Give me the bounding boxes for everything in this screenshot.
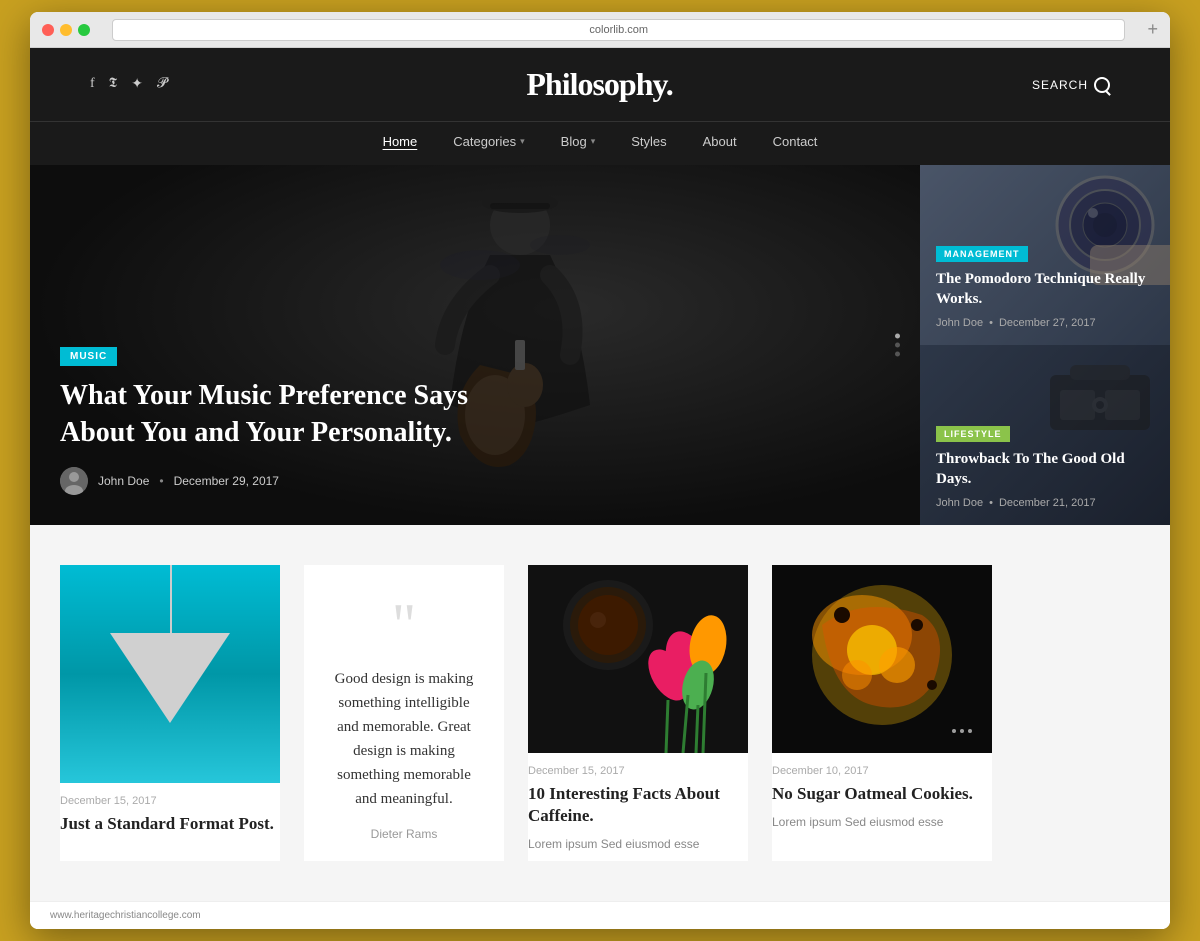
blog-card-lamp[interactable]: December 15, 2017 Just a Standard Format… [60,565,280,861]
lamp-cord [170,565,172,635]
dot [968,729,972,733]
lamp-shade [110,633,230,723]
blog-date-coffee: December 15, 2017 [528,765,748,777]
main-nav: Home Categories ▾ Blog ▾ Styles About Co… [30,121,1170,165]
blog-date-lamp: December 15, 2017 [60,795,280,807]
site-content: f 𝕿 ✦ 𝓟 Philosophy. SEARCH Home Categori… [30,48,1170,929]
sidebar-card-1[interactable]: MANAGEMENT The Pomodoro Technique Really… [920,165,1170,345]
food-image [772,565,992,753]
url-text: colorlib.com [589,24,648,36]
hero-meta: John Doe • December 29, 2017 [60,467,910,495]
hero-main[interactable]: MUSIC What Your Music Preference Says Ab… [30,165,920,525]
sidebar-tag-management: MANAGEMENT [936,246,1028,262]
blog-title-lamp: Just a Standard Format Post. [60,813,280,835]
blog-card-body: December 15, 2017 Just a Standard Format… [60,783,280,835]
quote-mark: " [392,595,417,655]
facebook-icon[interactable]: f [90,76,95,93]
nav-blog[interactable]: Blog ▾ [561,134,596,149]
food-dots [952,729,972,733]
site-header: f 𝕿 ✦ 𝓟 Philosophy. SEARCH [30,48,1170,121]
minimize-button[interactable] [60,24,72,36]
sidebar-card-1-title: The Pomodoro Technique Really Works. [936,270,1154,309]
quote-text: Good design is making something intellig… [328,667,480,811]
blog-card-quote[interactable]: " Good design is making something intell… [304,565,504,861]
separator: • [989,497,993,509]
chevron-down-icon: ▾ [520,136,525,147]
browser-chrome: colorlib.com + [30,12,1170,48]
chevron-down-icon: ▾ [591,136,596,147]
hero-category-badge[interactable]: MUSIC [60,347,117,366]
address-bar[interactable]: colorlib.com [112,19,1125,41]
nav-styles[interactable]: Styles [631,134,666,149]
dot [960,729,964,733]
blog-date-food: December 10, 2017 [772,765,992,777]
blog-card-food[interactable]: December 10, 2017 No Sugar Oatmeal Cooki… [772,565,992,861]
hero-date: December 29, 2017 [174,474,279,488]
lamp-image [60,565,280,783]
site-logo[interactable]: Philosophy. [526,66,672,103]
slider-dot[interactable] [895,352,900,357]
browser-window: colorlib.com + f 𝕿 ✦ 𝓟 Philosophy. SEARC… [30,12,1170,929]
pinterest-icon[interactable]: 𝓟 [157,76,167,93]
sidebar-card-1-meta: John Doe • December 27, 2017 [936,317,1154,329]
hero-content: MUSIC What Your Music Preference Says Ab… [60,346,910,495]
sidebar-card-2-content: LIFESTYLE Throwback To The Good Old Days… [936,424,1154,509]
blog-title-coffee: 10 Interesting Facts About Caffeine. [528,783,748,827]
coffee-image [528,565,748,753]
nav-contact[interactable]: Contact [773,134,818,149]
footer-url: www.heritagechristiancollege.com [50,910,201,921]
sidebar-card-2-meta: John Doe • December 21, 2017 [936,497,1154,509]
hero-title: What Your Music Preference Says About Yo… [60,378,480,451]
blog-section: December 15, 2017 Just a Standard Format… [30,525,1170,901]
nav-home[interactable]: Home [383,134,418,149]
search-icon [1094,77,1110,93]
blog-card-body: December 15, 2017 10 Interesting Facts A… [528,753,748,853]
sidebar-card-1-date: December 27, 2017 [999,317,1096,329]
sidebar-card-1-author: John Doe [936,317,983,329]
sidebar-card-2-title: Throwback To The Good Old Days. [936,450,1154,489]
sidebar-card-1-content: MANAGEMENT The Pomodoro Technique Really… [936,244,1154,329]
slider-dot[interactable] [895,343,900,348]
hero-author: John Doe [98,474,149,488]
search-label: SEARCH [1032,78,1088,92]
instagram-icon[interactable]: ✦ [131,76,143,93]
slider-dot[interactable] [895,334,900,339]
site-footer: www.heritagechristiancollege.com [30,901,1170,929]
sidebar-card-2-date: December 21, 2017 [999,497,1096,509]
sidebar-card-2-author: John Doe [936,497,983,509]
hero-sidebar: MANAGEMENT The Pomodoro Technique Really… [920,165,1170,525]
blog-excerpt-coffee: Lorem ipsum Sed eiusmod esse [528,835,748,853]
separator: • [989,317,993,329]
sidebar-tag-lifestyle: LIFESTYLE [936,426,1010,442]
avatar [60,467,88,495]
new-tab-button[interactable]: + [1147,19,1158,40]
slider-dots [895,334,900,357]
dot [952,729,956,733]
quote-author: Dieter Rams [371,827,438,841]
blog-grid: December 15, 2017 Just a Standard Format… [60,565,1140,861]
maximize-button[interactable] [78,24,90,36]
sidebar-card-2[interactable]: LIFESTYLE Throwback To The Good Old Days… [920,345,1170,525]
twitter-icon[interactable]: 𝕿 [109,76,118,93]
blog-title-food: No Sugar Oatmeal Cookies. [772,783,992,805]
nav-categories[interactable]: Categories ▾ [453,134,524,149]
nav-about[interactable]: About [703,134,737,149]
hero-section: MUSIC What Your Music Preference Says Ab… [30,165,1170,525]
blog-card-body: December 10, 2017 No Sugar Oatmeal Cooki… [772,753,992,831]
close-button[interactable] [42,24,54,36]
blog-card-coffee[interactable]: December 15, 2017 10 Interesting Facts A… [528,565,748,861]
social-links: f 𝕿 ✦ 𝓟 [90,76,167,93]
hero-separator: • [159,474,163,488]
blog-excerpt-food: Lorem ipsum Sed eiusmod esse [772,813,992,831]
search-button[interactable]: SEARCH [1032,77,1110,93]
